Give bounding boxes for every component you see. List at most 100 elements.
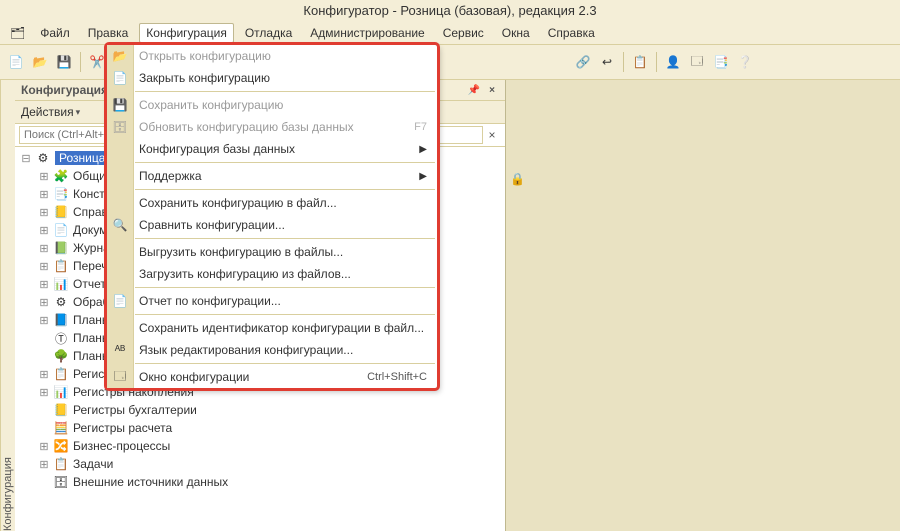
dd-save-to-file[interactable]: Сохранить конфигурацию в файл...: [107, 192, 437, 214]
expander-icon[interactable]: ⊞: [37, 457, 51, 471]
register-icon: 🧮: [53, 420, 69, 436]
tb-copy2-icon[interactable]: 📋: [630, 52, 650, 72]
tb-cut-icon[interactable]: ✂️: [87, 52, 107, 72]
report-icon: 📊: [53, 276, 69, 292]
save-icon: 💾: [112, 97, 128, 113]
tree-item[interactable]: ⊞🔀Бизнес-процессы: [15, 437, 505, 455]
dd-export-files[interactable]: Выгрузить конфигурацию в файлы...: [107, 241, 437, 263]
expander-icon[interactable]: ⊞: [37, 205, 51, 219]
tb-window-icon[interactable]: 🗔: [687, 52, 707, 72]
menu-edit[interactable]: Правка: [81, 23, 136, 43]
submenu-arrow-icon: ▶: [419, 144, 427, 155]
dd-edit-lang[interactable]: ᴬᴮ Язык редактирования конфигурации...: [107, 339, 437, 361]
dropdown-separator: [135, 189, 435, 190]
menu-service[interactable]: Сервис: [436, 23, 491, 43]
menu-file[interactable]: Файл: [33, 23, 77, 43]
menu-help[interactable]: Справка: [541, 23, 602, 43]
dd-save-id[interactable]: Сохранить идентификатор конфигурации в ф…: [107, 317, 437, 339]
dropdown-separator: [135, 314, 435, 315]
catalog-icon: 📒: [53, 204, 69, 220]
enum-icon: 📋: [53, 258, 69, 274]
panel-close-icon[interactable]: ×: [485, 83, 499, 97]
dropdown-separator: [135, 238, 435, 239]
tb-user-icon[interactable]: 👤: [663, 52, 683, 72]
expander-icon[interactable]: ⊟: [19, 151, 33, 165]
db-icon: 🗄: [112, 119, 128, 135]
expander-icon[interactable]: [37, 421, 51, 435]
expander-icon[interactable]: ⊞: [37, 313, 51, 327]
tb-props-icon[interactable]: 📑: [711, 52, 731, 72]
tree-item[interactable]: 🧮Регистры расчета: [15, 419, 505, 437]
menu-admin[interactable]: Администрирование: [303, 23, 431, 43]
submenu-arrow-icon: ▶: [419, 171, 427, 182]
window-title: Конфигуратор - Розница (базовая), редакц…: [0, 0, 900, 22]
dd-update-db: 🗄 Обновить конфигурацию базы данных F7: [107, 116, 437, 138]
dd-compare[interactable]: 🔍 Сравнить конфигурации...: [107, 214, 437, 236]
config-icon: ⚙: [35, 150, 51, 166]
folder-icon: 🧩: [53, 168, 69, 184]
dd-config-window[interactable]: 🗔 Окно конфигурации Ctrl+Shift+C: [107, 366, 437, 388]
expander-icon[interactable]: ⊞: [37, 259, 51, 273]
plan-icon: Ⓣ: [53, 330, 69, 346]
side-tab-config[interactable]: Конфигурация: [0, 80, 15, 531]
expander-icon[interactable]: ⊞: [37, 169, 51, 183]
tree-item[interactable]: ⊞📋Задачи: [15, 455, 505, 473]
tb-separator: [656, 52, 657, 72]
tb-open-icon[interactable]: 📂: [30, 52, 50, 72]
expander-icon[interactable]: ⊞: [37, 187, 51, 201]
dropdown-separator: [135, 91, 435, 92]
register-icon: 📋: [53, 366, 69, 382]
dd-support[interactable]: Поддержка ▶: [107, 165, 437, 187]
expander-icon[interactable]: [37, 331, 51, 345]
dd-close-config[interactable]: 📄 Закрыть конфигурацию: [107, 67, 437, 89]
menu-debug[interactable]: Отладка: [238, 23, 299, 43]
menubar: 🗂 Файл Правка Конфигурация Отладка Админ…: [0, 22, 900, 45]
tb-new-icon[interactable]: 📄: [6, 52, 26, 72]
menu-config[interactable]: Конфигурация: [139, 23, 234, 43]
actions-dropdown-icon: ▾: [76, 107, 81, 118]
const-icon: 📑: [53, 186, 69, 202]
open-icon: 📂: [112, 48, 128, 64]
dd-shortcut: Ctrl+Shift+C: [367, 371, 427, 383]
menu-config-dropdown: 📂 Открыть конфигурацию 📄 Закрыть конфигу…: [106, 44, 438, 389]
plan-icon: 🌳: [53, 348, 69, 364]
register-icon: 📊: [53, 384, 69, 400]
tree-item[interactable]: 📒Регистры бухгалтерии: [15, 401, 505, 419]
processing-icon: ⚙: [53, 294, 69, 310]
expander-icon[interactable]: ⊞: [37, 241, 51, 255]
panel-title: Конфигурация: [21, 83, 108, 97]
register-icon: 📒: [53, 402, 69, 418]
expander-icon[interactable]: ⊞: [37, 295, 51, 309]
content-area: 🔒: [506, 80, 900, 531]
tb-help-icon[interactable]: ❔: [735, 52, 755, 72]
close-config-icon: 📄: [112, 70, 128, 86]
expander-icon[interactable]: [37, 349, 51, 363]
bp-icon: 🔀: [53, 438, 69, 454]
expander-icon[interactable]: ⊞: [37, 277, 51, 291]
ext-icon: 🗄: [53, 474, 69, 490]
expander-icon[interactable]: [37, 475, 51, 489]
tb-save-icon[interactable]: 💾: [54, 52, 74, 72]
tb-separator: [623, 52, 624, 72]
dd-import-files[interactable]: Загрузить конфигурацию из файлов...: [107, 263, 437, 285]
menu-windows[interactable]: Окна: [495, 23, 537, 43]
app-icon: 🗂: [10, 26, 25, 40]
expander-icon[interactable]: ⊞: [37, 367, 51, 381]
dd-db-config[interactable]: Конфигурация базы данных ▶: [107, 138, 437, 160]
document-icon: 📄: [53, 222, 69, 238]
tree-item[interactable]: 🗄Внешние источники данных: [15, 473, 505, 491]
dd-report[interactable]: 📄 Отчет по конфигурации...: [107, 290, 437, 312]
expander-icon[interactable]: ⊞: [37, 223, 51, 237]
task-icon: 📋: [53, 456, 69, 472]
tb-separator: [80, 52, 81, 72]
tb-back-icon[interactable]: ↩: [597, 52, 617, 72]
dd-save-config: 💾 Сохранить конфигурацию: [107, 94, 437, 116]
dd-shortcut: F7: [414, 121, 427, 133]
search-clear-icon[interactable]: ×: [483, 128, 501, 142]
tb-link-icon[interactable]: 🔗: [573, 52, 593, 72]
expander-icon[interactable]: ⊞: [37, 439, 51, 453]
dropdown-separator: [135, 363, 435, 364]
panel-pin-icon[interactable]: 📌: [467, 83, 481, 97]
expander-icon[interactable]: ⊞: [37, 385, 51, 399]
expander-icon[interactable]: [37, 403, 51, 417]
